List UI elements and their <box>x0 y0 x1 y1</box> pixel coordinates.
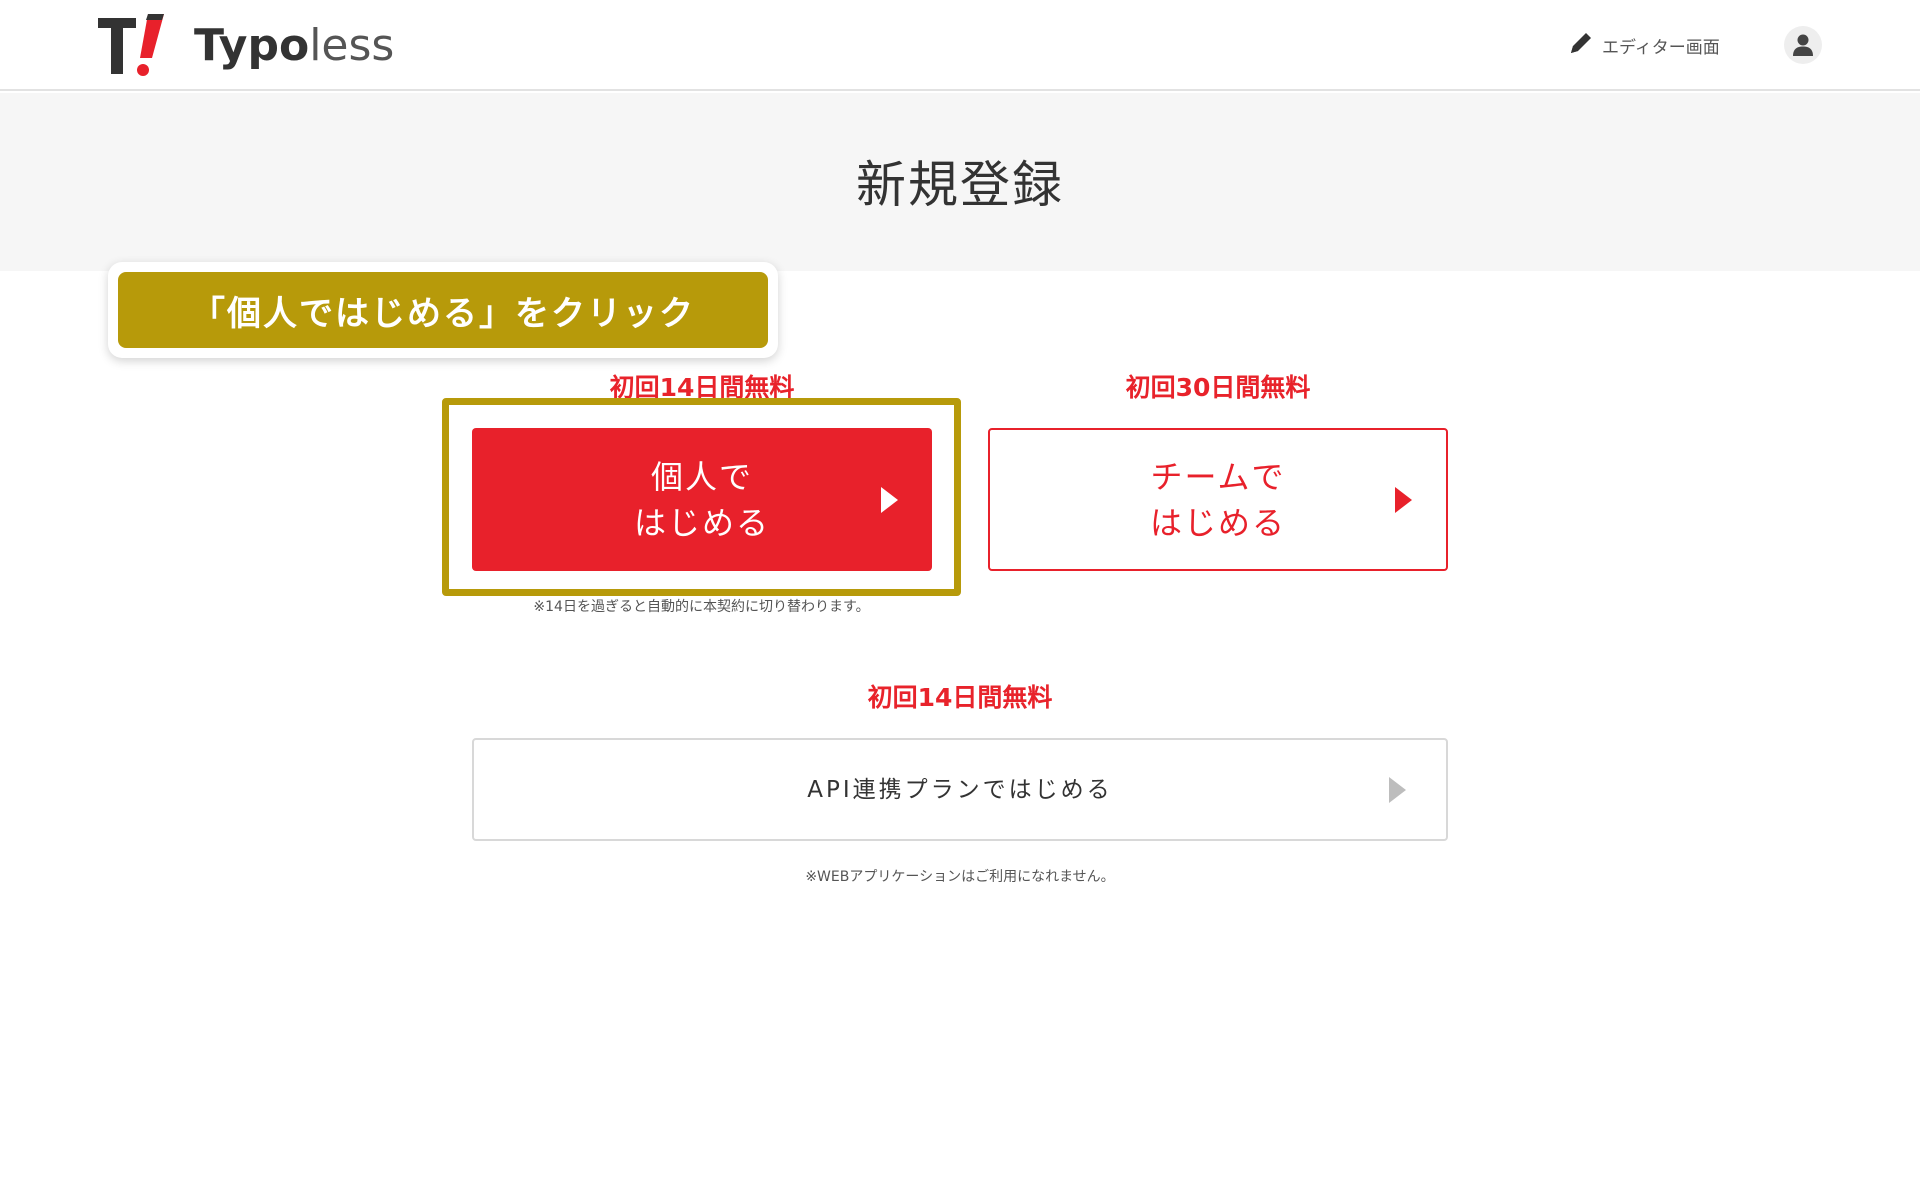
editor-link-label: エディター画面 <box>1602 37 1720 58</box>
personal-plan-note: ※14日を過ぎると自動的に本契約に切り替わります。 <box>533 599 870 615</box>
team-button-line2: はじめる <box>1149 503 1286 542</box>
personal-button-line2: はじめる <box>633 503 770 542</box>
team-button-line1: チームで <box>1150 457 1286 496</box>
top-header: Typoless エディター画面 <box>0 0 1920 91</box>
team-button-label: チームで はじめる <box>1150 454 1286 546</box>
play-arrow-icon <box>1389 776 1406 803</box>
pencil-icon <box>1568 30 1594 60</box>
logo-text-bold: Typo <box>194 20 310 71</box>
start-api-plan-button[interactable]: API連携プランではじめる <box>472 738 1448 841</box>
start-personal-button[interactable]: 個人で はじめる <box>472 428 932 571</box>
personal-button-label: 個人で はじめる <box>634 454 770 546</box>
start-team-button[interactable]: チームで はじめる <box>988 428 1448 571</box>
editor-screen-link[interactable]: エディター画面 <box>1568 28 1720 62</box>
api-trial-label: 初回14日間無料 <box>867 683 1053 712</box>
play-arrow-icon <box>1395 486 1412 513</box>
api-plan-note: ※WEBアプリケーションはご利用になれません。 <box>805 869 1115 885</box>
play-arrow-icon <box>881 486 898 513</box>
page-title: 新規登録 <box>856 156 1064 214</box>
title-band: 新規登録 <box>0 93 1920 271</box>
typoless-logo[interactable]: Typoless <box>96 12 394 80</box>
instruction-callout: 「個人ではじめる」をクリック <box>108 262 778 358</box>
logo-text: Typoless <box>194 12 394 80</box>
personal-button-line1: 個人で <box>650 457 753 496</box>
instruction-callout-text: 「個人ではじめる」をクリック <box>118 272 768 348</box>
api-button-label: API連携プランではじめる <box>807 776 1113 803</box>
user-avatar-icon[interactable] <box>1784 26 1822 64</box>
team-trial-label: 初回30日間無料 <box>1125 373 1311 402</box>
logo-text-light: less <box>309 20 395 71</box>
logo-mark-icon <box>96 12 176 80</box>
